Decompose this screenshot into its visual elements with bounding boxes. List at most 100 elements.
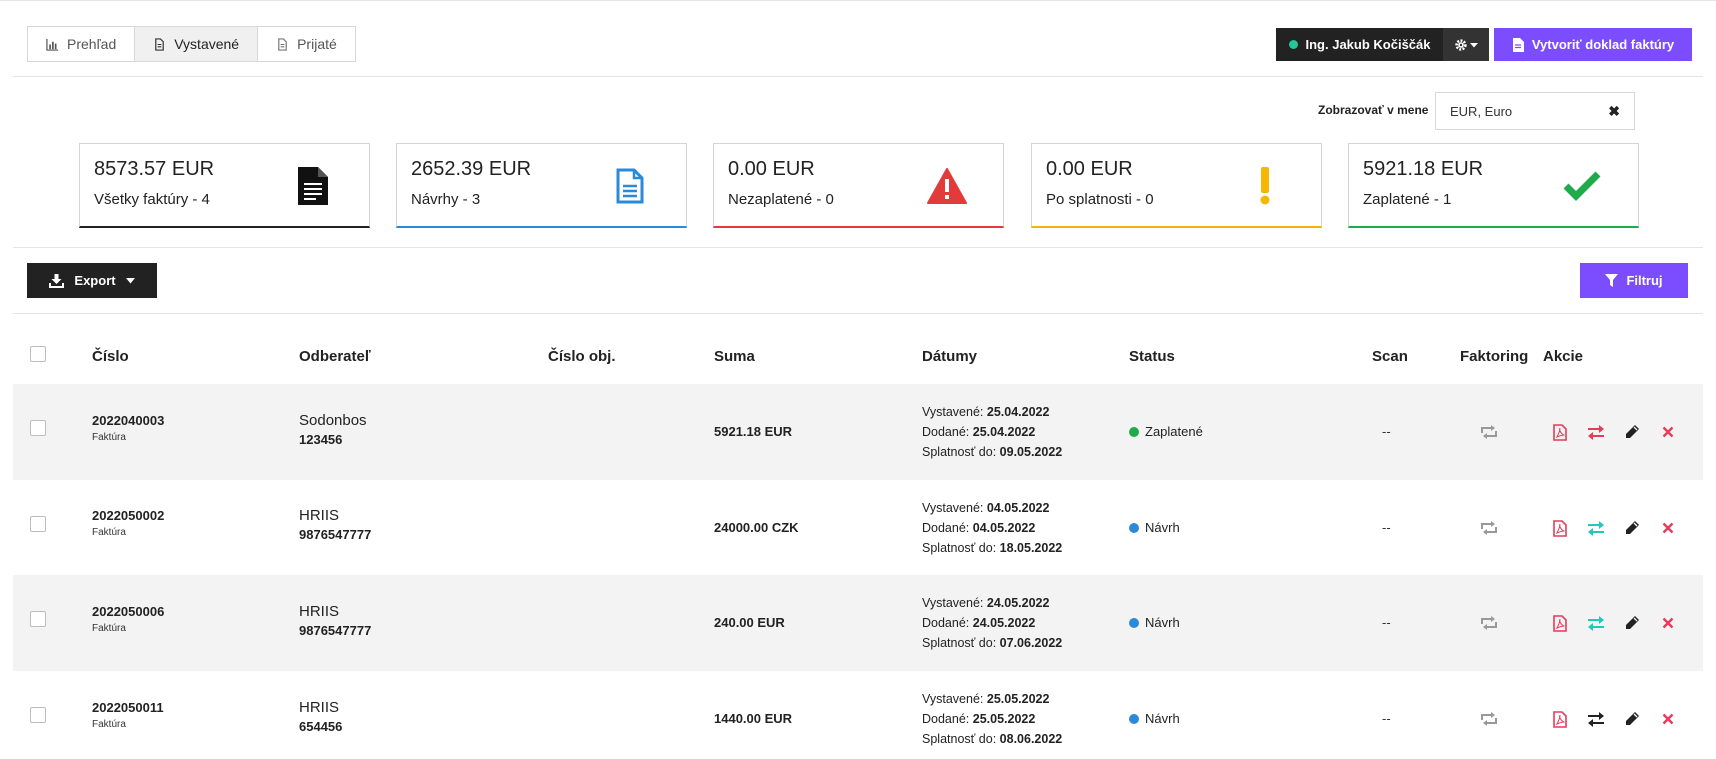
edit-pencil-icon[interactable] [1621, 421, 1643, 443]
factoring-icon[interactable] [1478, 517, 1500, 539]
clear-icon[interactable]: ✖ [1608, 103, 1620, 120]
delivered-date: 25.04.2022 [972, 425, 1036, 439]
status-badge: Zaplatené [1129, 424, 1203, 439]
exchange-icon[interactable] [1585, 708, 1607, 730]
dates-cell: Vystavené: 25.04.2022 Dodané: 25.04.2022… [922, 402, 1062, 462]
factoring-icon[interactable] [1478, 612, 1500, 634]
exclamation-icon [1245, 166, 1285, 206]
column-header-number[interactable]: Číslo [92, 348, 129, 365]
edit-pencil-icon[interactable] [1621, 517, 1643, 539]
dates-cell: Vystavené: 04.05.2022 Dodané: 04.05.2022… [922, 498, 1062, 558]
column-header-customer[interactable]: Odberateľ [299, 348, 371, 365]
invoice-number-cell[interactable]: 2022040003 Faktúra [92, 413, 164, 443]
pdf-icon[interactable] [1549, 517, 1571, 539]
invoice-number-cell[interactable]: 2022050006 Faktúra [92, 604, 164, 634]
row-checkbox[interactable] [30, 420, 46, 436]
delete-icon[interactable] [1657, 517, 1679, 539]
scan-cell: -- [1382, 424, 1391, 439]
row-checkbox[interactable] [30, 516, 46, 532]
exchange-icon[interactable] [1585, 421, 1607, 443]
column-header-sum[interactable]: Suma [714, 348, 755, 365]
column-header-scan: Scan [1372, 348, 1408, 365]
file-outline-icon [610, 166, 650, 206]
tab-label: Vystavené [174, 36, 240, 52]
stat-card-paid[interactable]: 5921.18 EUR Zaplatené - 1 [1348, 143, 1639, 228]
exchange-icon[interactable] [1585, 612, 1607, 634]
status-dot [1129, 713, 1139, 724]
status-label: Návrh [1145, 520, 1180, 535]
tab-received[interactable]: Prijaté [258, 27, 355, 61]
due-date: 18.05.2022 [999, 541, 1063, 555]
due-date: 08.06.2022 [999, 732, 1063, 746]
edit-pencil-icon[interactable] [1621, 708, 1643, 730]
sum-cell: 24000.00 CZK [714, 520, 799, 535]
tab-label: Prijaté [297, 36, 337, 52]
invoice-number[interactable]: 2022040003 [92, 413, 164, 428]
currency-select[interactable]: EUR, Euro ✖ [1435, 92, 1635, 130]
checkmark-icon [1562, 166, 1602, 206]
filter-button[interactable]: Filtruj [1580, 263, 1688, 298]
table-row[interactable]: 2022050002 Faktúra HRIIS 9876547777 2400… [13, 480, 1703, 576]
pdf-icon[interactable] [1549, 421, 1571, 443]
divider [13, 247, 1703, 248]
online-status-dot [1288, 40, 1298, 49]
create-invoice-button[interactable]: Vytvoriť doklad faktúry [1494, 28, 1692, 61]
row-checkbox[interactable] [30, 611, 46, 627]
warning-triangle-icon [927, 166, 967, 206]
tab-overview[interactable]: Prehľad [28, 27, 136, 61]
column-header-dates[interactable]: Dátumy [922, 348, 977, 365]
invoice-number[interactable]: 2022050011 [92, 700, 164, 715]
customer-id: 123456 [299, 432, 343, 447]
issued-date: 25.05.2022 [986, 692, 1050, 706]
delete-icon[interactable] [1657, 708, 1679, 730]
tab-issued[interactable]: Vystavené [135, 27, 259, 61]
scan-cell: -- [1382, 615, 1391, 630]
currency-value: EUR, Euro [1450, 103, 1513, 119]
document-icon [278, 37, 287, 51]
table-row[interactable]: 2022040003 Faktúra Sodonbos 123456 5921.… [13, 384, 1703, 480]
settings-dropdown-button[interactable] [1443, 28, 1489, 61]
document-icon [155, 37, 165, 51]
export-button[interactable]: Export [27, 263, 157, 298]
sum-cell: 5921.18 EUR [714, 424, 793, 439]
stat-card-overdue[interactable]: 0.00 EUR Po splatnosti - 0 [1031, 143, 1322, 228]
currency-label: Zobrazovať v mene [1318, 103, 1429, 117]
user-button[interactable]: Ing. Jakub Kočiščák [1276, 28, 1443, 61]
column-header-status[interactable]: Status [1129, 348, 1175, 365]
due-date: 09.05.2022 [999, 445, 1063, 459]
due-label: Splatnosť do: [922, 636, 997, 650]
pdf-icon[interactable] [1549, 612, 1571, 634]
delivered-label: Dodané: [922, 425, 970, 439]
delete-icon[interactable] [1657, 612, 1679, 634]
stat-card-unpaid[interactable]: 0.00 EUR Nezaplatené - 0 [713, 143, 1004, 228]
delete-icon[interactable] [1657, 421, 1679, 443]
stat-card-all[interactable]: 8573.57 EUR Všetky faktúry - 4 [79, 143, 370, 228]
dates-cell: Vystavené: 24.05.2022 Dodané: 24.05.2022… [922, 593, 1062, 653]
row-checkbox[interactable] [30, 707, 46, 723]
factoring-icon[interactable] [1478, 421, 1500, 443]
table-row[interactable]: 2022050011 Faktúra HRIIS 654456 1440.00 … [13, 671, 1703, 759]
due-label: Splatnosť do: [922, 541, 997, 555]
delivered-date: 04.05.2022 [972, 521, 1036, 535]
status-label: Zaplatené [1145, 424, 1203, 439]
factoring-icon[interactable] [1478, 708, 1500, 730]
invoice-number[interactable]: 2022050002 [92, 508, 164, 523]
column-header-order[interactable]: Číslo obj. [548, 348, 616, 365]
edit-pencil-icon[interactable] [1621, 612, 1643, 634]
invoice-number-cell[interactable]: 2022050011 Faktúra [92, 700, 164, 730]
pdf-icon[interactable] [1549, 708, 1571, 730]
status-label: Návrh [1145, 615, 1180, 630]
select-all-checkbox[interactable] [30, 346, 46, 362]
invoice-number[interactable]: 2022050006 [92, 604, 164, 619]
issued-label: Vystavené: [922, 501, 984, 515]
invoice-number-cell[interactable]: 2022050002 Faktúra [92, 508, 164, 538]
bar-chart-icon [46, 38, 59, 51]
customer-id: 9876547777 [299, 623, 372, 638]
stat-card-drafts[interactable]: 2652.39 EUR Návrhy - 3 [396, 143, 687, 228]
exchange-icon[interactable] [1585, 517, 1607, 539]
customer-cell: HRIIS 9876547777 [299, 507, 371, 542]
issued-date: 24.05.2022 [986, 596, 1050, 610]
table-row[interactable]: 2022050006 Faktúra HRIIS 9876547777 240.… [13, 575, 1703, 671]
issued-date: 04.05.2022 [986, 501, 1050, 515]
scan-cell: -- [1382, 520, 1391, 535]
